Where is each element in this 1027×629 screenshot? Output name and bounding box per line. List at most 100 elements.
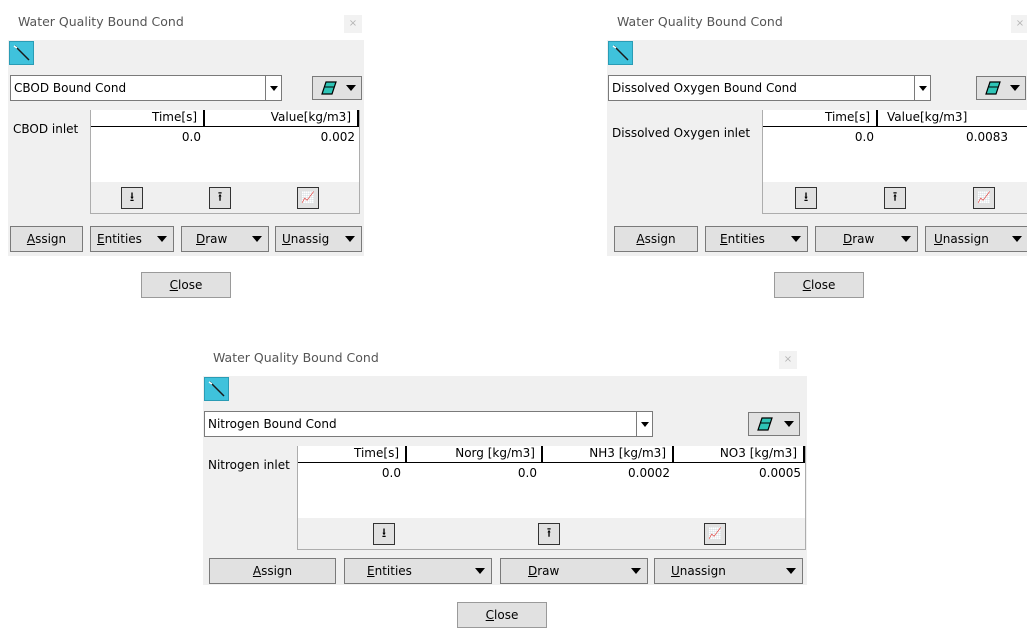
assign-label: Assign [252, 564, 293, 578]
entities-label: Entities [367, 564, 412, 578]
close-icon[interactable]: × [344, 15, 362, 33]
eraser-menu-button[interactable] [748, 412, 800, 436]
dialog-nitrogen: Water Quality Bound Cond × Nitrogen Boun… [203, 340, 807, 629]
dialog-title: Water Quality Bound Cond [213, 350, 379, 365]
column-header: Value[kg/m3] [205, 110, 359, 127]
title-bar: Water Quality Bound Cond × [203, 340, 807, 376]
title-bar: Water Quality Bound Cond × [607, 4, 1027, 40]
unassign-button[interactable]: Unassign [925, 226, 1027, 252]
chevron-down-icon [791, 236, 801, 242]
wand-icon[interactable] [608, 41, 633, 65]
download-icon[interactable]: ⭳ [373, 523, 395, 545]
values-table: Time[s] Value[kg/m3] 0.0 0.0083 ⭳ ⭱ 📈 [762, 110, 1027, 214]
dialog-dissolved-oxygen: Water Quality Bound Cond × Dissolved Oxy… [607, 4, 1027, 304]
wand-icon[interactable] [9, 41, 34, 65]
graph-icon[interactable]: 📈 [973, 187, 995, 209]
chevron-down-icon [345, 236, 355, 242]
close-button[interactable]: Close [457, 602, 547, 628]
column-header: Norg [kg/m3] [407, 446, 543, 463]
condition-select-value: Dissolved Oxygen Bound Cond [612, 81, 797, 95]
table-cell[interactable]: 0.0 [407, 466, 537, 480]
chevron-down-icon [252, 236, 262, 242]
column-header: Time[s] [763, 110, 878, 127]
draw-button[interactable]: Draw [500, 558, 648, 584]
draw-button[interactable]: Draw [181, 226, 269, 252]
chevron-down-icon[interactable] [914, 76, 930, 100]
close-button[interactable]: Close [774, 272, 864, 298]
download-icon[interactable]: ⭳ [795, 187, 817, 209]
condition-label: Dissolved Oxygen inlet [612, 126, 751, 140]
eraser-icon [757, 417, 773, 431]
draw-label: Draw [843, 232, 875, 246]
unassign-label: Unassig [282, 232, 330, 246]
dialog-title: Water Quality Bound Cond [18, 14, 184, 29]
eraser-icon [321, 81, 337, 95]
close-button[interactable]: Close [141, 272, 231, 298]
dialog-cbod: Water Quality Bound Cond × CBOD Bound Co… [8, 4, 364, 304]
chevron-down-icon [631, 568, 641, 574]
unassign-button[interactable]: Unassign [654, 558, 803, 584]
chevron-down-icon [784, 421, 794, 427]
column-header: Time[s] [91, 110, 205, 127]
condition-select-value: CBOD Bound Cond [14, 81, 127, 95]
dialog-footer: Close [607, 256, 1027, 304]
chevron-down-icon [786, 568, 796, 574]
column-header: NO3 [kg/m3] [674, 446, 805, 463]
condition-select-value: Nitrogen Bound Cond [208, 417, 337, 431]
graph-icon[interactable]: 📈 [297, 187, 319, 209]
assign-button[interactable]: Assign [209, 558, 336, 584]
entities-label: Entities [720, 232, 765, 246]
table-cell[interactable]: 0.0083 [878, 130, 1027, 144]
assign-label: Assign [636, 232, 676, 246]
download-icon[interactable]: ⭳ [121, 187, 143, 209]
eraser-icon [985, 81, 1001, 95]
upload-icon[interactable]: ⭱ [209, 187, 231, 209]
values-table: Time[s] Norg [kg/m3] NH3 [kg/m3] NO3 [kg… [297, 446, 806, 550]
assign-button[interactable]: Assign [10, 226, 83, 252]
graph-icon[interactable]: 📈 [704, 523, 726, 545]
dialog-footer: Close [8, 256, 364, 304]
dialog-title: Water Quality Bound Cond [617, 14, 783, 29]
draw-label: Draw [528, 564, 560, 578]
chevron-down-icon [157, 236, 167, 242]
upload-icon[interactable]: ⭱ [884, 187, 906, 209]
draw-label: Draw [196, 232, 228, 246]
title-bar: Water Quality Bound Cond × [8, 4, 364, 40]
draw-button[interactable]: Draw [815, 226, 918, 252]
assign-button[interactable]: Assign [614, 226, 698, 252]
unassign-label: Unassign [934, 232, 989, 246]
values-table: Time[s] Value[kg/m3] 0.0 0.002 ⭳ ⭱ 📈 [90, 110, 360, 214]
eraser-menu-button[interactable] [976, 76, 1026, 100]
unassign-label: Unassign [671, 564, 726, 578]
close-icon[interactable]: × [779, 351, 797, 369]
condition-select[interactable]: Dissolved Oxygen Bound Cond [608, 75, 931, 101]
chevron-down-icon[interactable] [636, 412, 652, 436]
condition-label: CBOD inlet [13, 122, 79, 136]
table-cell[interactable]: 0.0005 [674, 466, 801, 480]
dialog-footer: Close [203, 585, 807, 629]
chevron-down-icon [475, 568, 485, 574]
chevron-down-icon [901, 236, 911, 242]
entities-button[interactable]: Entities [705, 226, 808, 252]
condition-select[interactable]: CBOD Bound Cond [10, 75, 282, 101]
chevron-down-icon[interactable] [265, 76, 281, 100]
unassign-button[interactable]: Unassig [275, 226, 362, 252]
close-icon[interactable]: × [1011, 15, 1027, 33]
wand-icon[interactable] [204, 377, 229, 401]
chevron-down-icon [1010, 85, 1020, 91]
table-cell[interactable]: 0.002 [205, 130, 355, 144]
chevron-down-icon [1012, 236, 1022, 242]
entities-label: Entities [97, 232, 142, 246]
entities-button[interactable]: Entities [90, 226, 174, 252]
assign-label: Assign [26, 232, 67, 246]
eraser-menu-button[interactable] [312, 76, 362, 100]
upload-icon[interactable]: ⭱ [538, 523, 560, 545]
entities-button[interactable]: Entities [344, 558, 492, 584]
chevron-down-icon [346, 85, 356, 91]
table-cell[interactable]: 0.0 [91, 130, 201, 144]
condition-select[interactable]: Nitrogen Bound Cond [204, 411, 653, 437]
table-cell[interactable]: 0.0 [298, 466, 401, 480]
column-header: NH3 [kg/m3] [543, 446, 674, 463]
table-cell[interactable]: 0.0 [763, 130, 874, 144]
table-cell[interactable]: 0.0002 [543, 466, 670, 480]
